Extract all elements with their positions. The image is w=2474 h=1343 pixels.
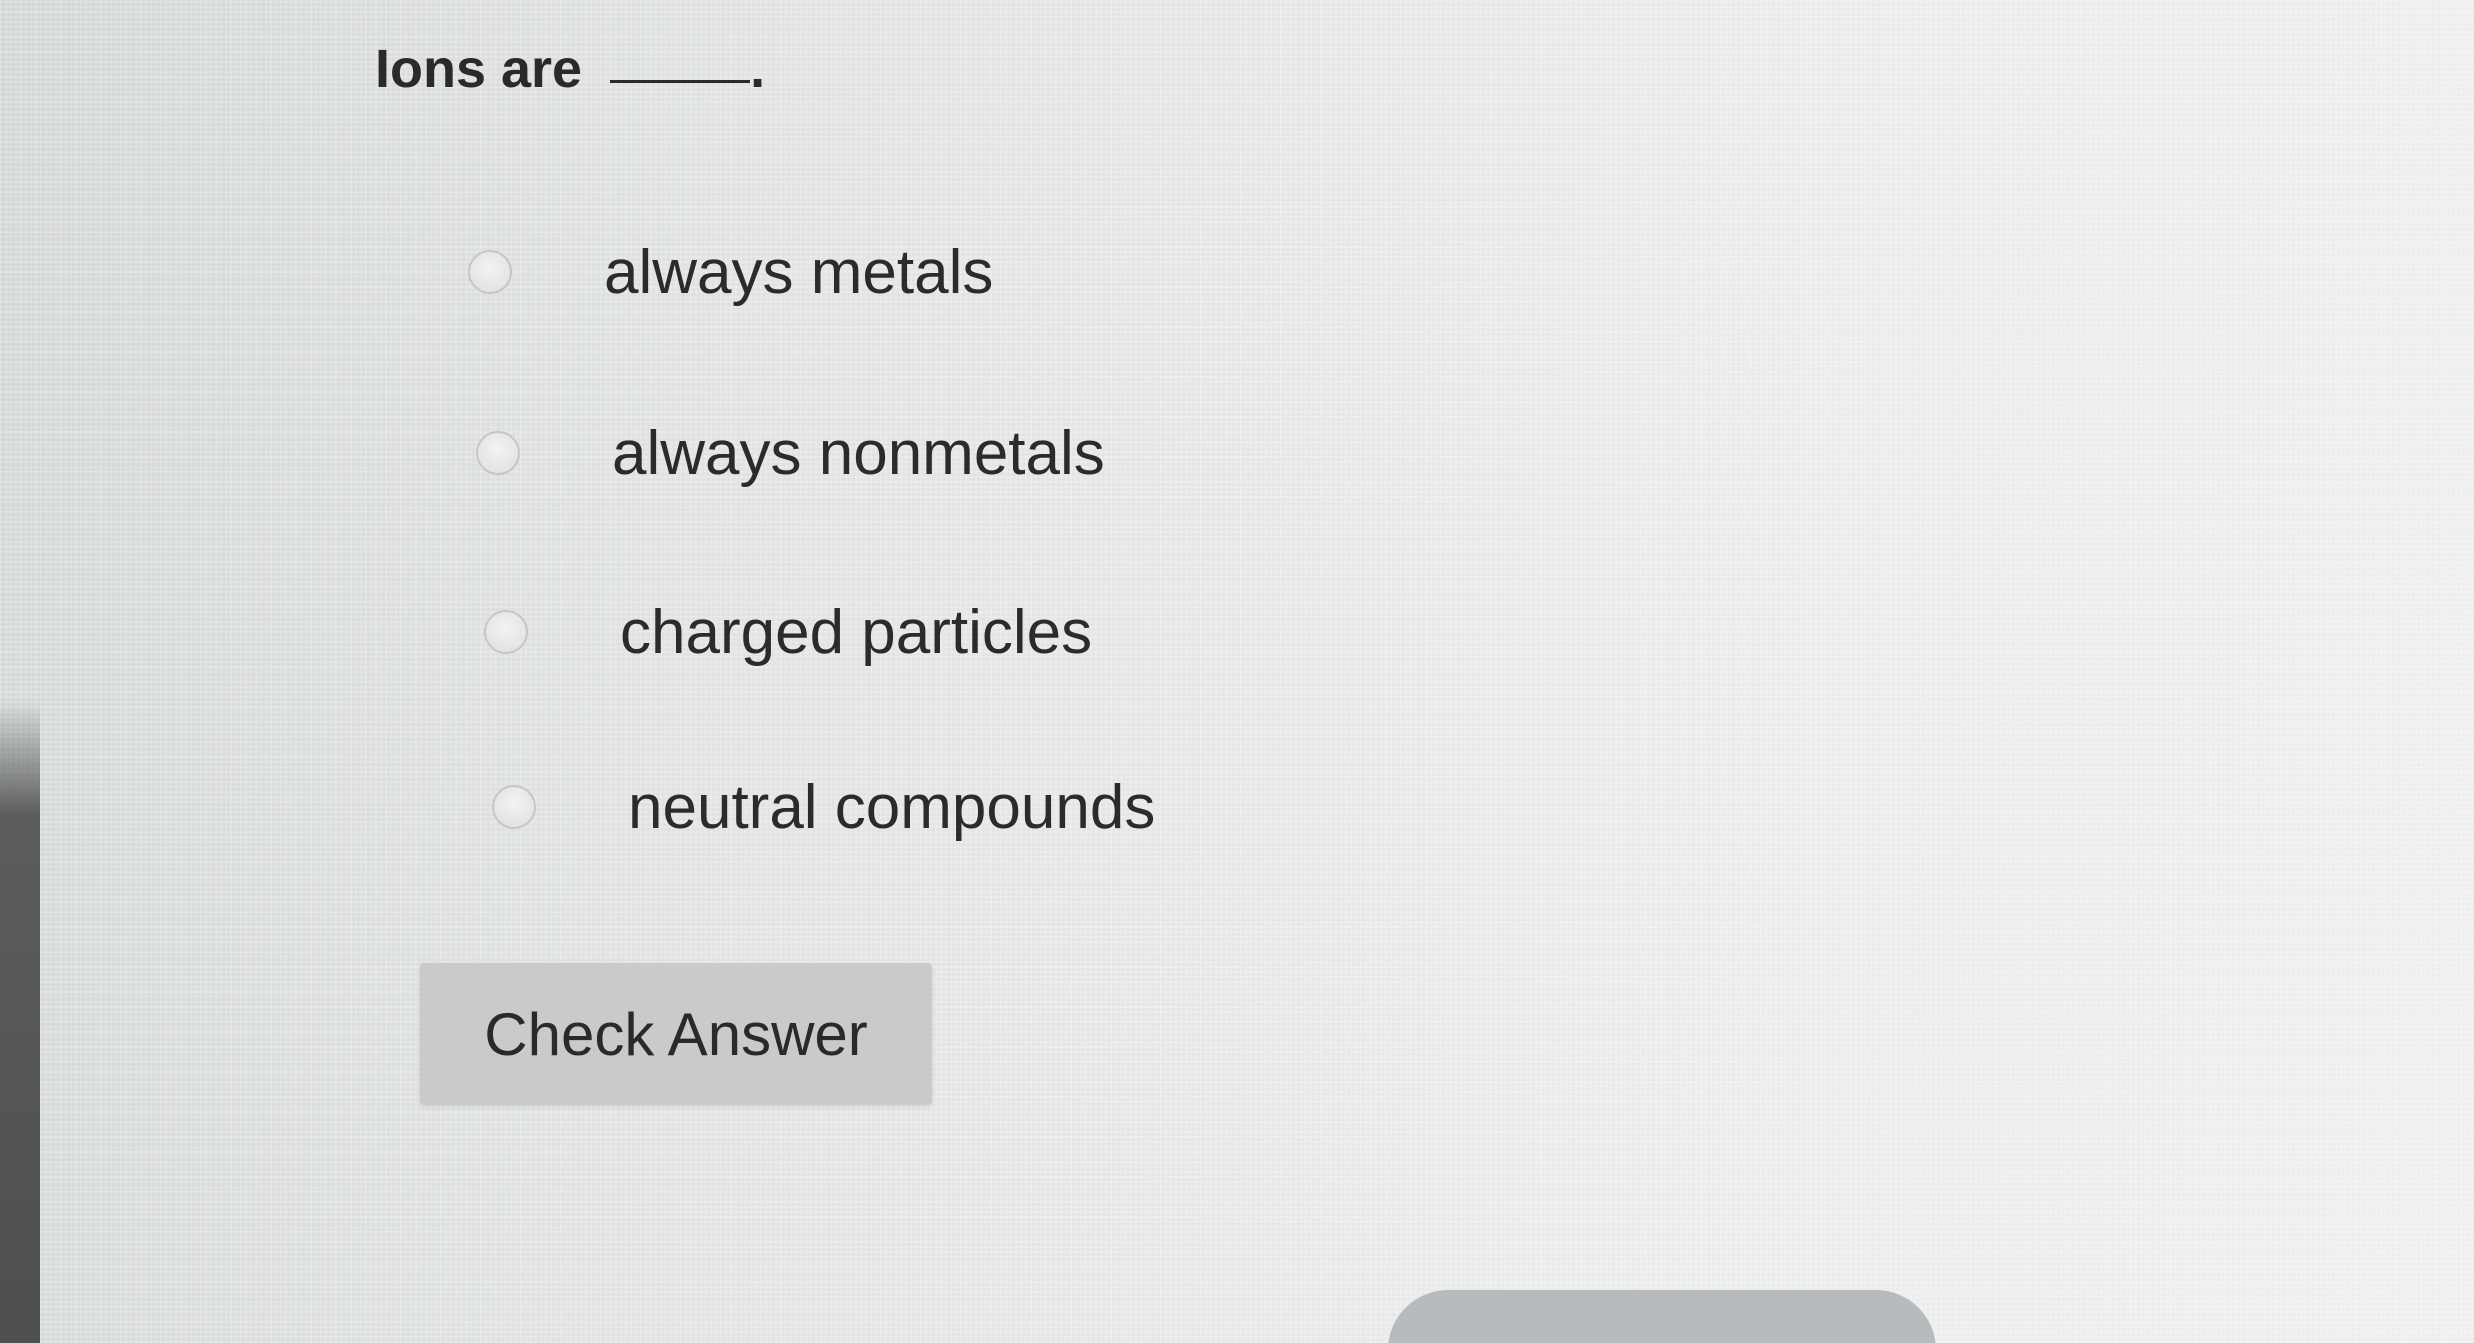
answer-option-always-nonmetals[interactable]: always nonmetals	[476, 408, 1105, 498]
answer-option-charged-particles[interactable]: charged particles	[484, 587, 1092, 677]
option-label[interactable]: charged particles	[620, 597, 1092, 668]
answer-blank	[610, 80, 751, 83]
radio-button[interactable]	[476, 431, 520, 475]
question-text: Ions are	[375, 39, 583, 99]
option-label[interactable]: always metals	[604, 237, 993, 308]
question-prompt: Ions are .	[375, 38, 765, 100]
bottom-overlay-shape	[1388, 1290, 1936, 1343]
check-answer-button[interactable]: Check Answer	[420, 963, 932, 1105]
radio-button[interactable]	[484, 610, 528, 654]
radio-button[interactable]	[492, 785, 536, 829]
answer-option-neutral-compounds[interactable]: neutral compounds	[492, 762, 1155, 852]
radio-button[interactable]	[468, 250, 512, 294]
screen-bezel	[0, 700, 40, 1343]
question-period: .	[750, 39, 766, 99]
answer-option-always-metals[interactable]: always metals	[468, 227, 993, 317]
option-label[interactable]: neutral compounds	[628, 772, 1155, 843]
option-label[interactable]: always nonmetals	[612, 418, 1105, 489]
